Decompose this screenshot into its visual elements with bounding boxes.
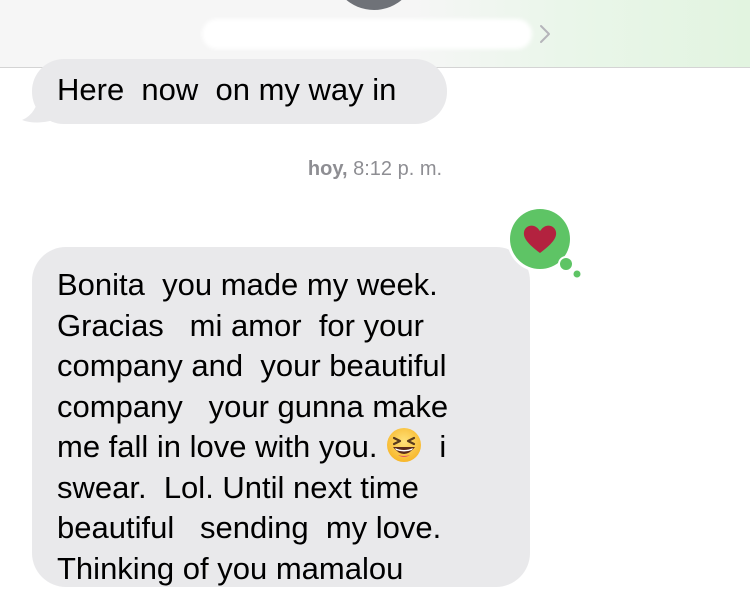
timestamp-time: 8:12 p. m. (348, 158, 443, 180)
message-line-continuation: i (422, 429, 446, 464)
message-bubble-incoming[interactable]: Here now on my way in (32, 59, 447, 124)
message-line: Bonita you made my week. (57, 265, 530, 306)
message-bubble-incoming[interactable]: Bonita you made my week.Gracias mi amor … (32, 247, 530, 587)
message-line: Gracias mi amor for your (57, 306, 530, 347)
grinning-squinting-face-icon (386, 427, 422, 463)
timestamp-day: hoy, (308, 158, 348, 180)
message-line: me fall in love with you. (57, 429, 377, 464)
conversation-header (0, 0, 750, 68)
message-line: company your gunna make (57, 387, 530, 428)
message-text: Here now on my way in (57, 72, 396, 107)
message-line: beautiful sending my love. (57, 508, 530, 549)
message-line-with-emoji: me fall in love with you. i (57, 427, 530, 468)
message-line: swear. Lol. Until next time (57, 468, 530, 509)
message-timestamp: hoy, 8:12 p. m. (0, 158, 750, 181)
contact-name-redacted[interactable] (202, 19, 532, 49)
contact-avatar[interactable] (331, 0, 417, 10)
chevron-right-icon[interactable] (538, 22, 552, 46)
message-line: company and your beautiful (57, 346, 530, 387)
message-line: Thinking of you mamalou (57, 549, 530, 589)
heart-reaction-badge[interactable] (506, 206, 582, 278)
